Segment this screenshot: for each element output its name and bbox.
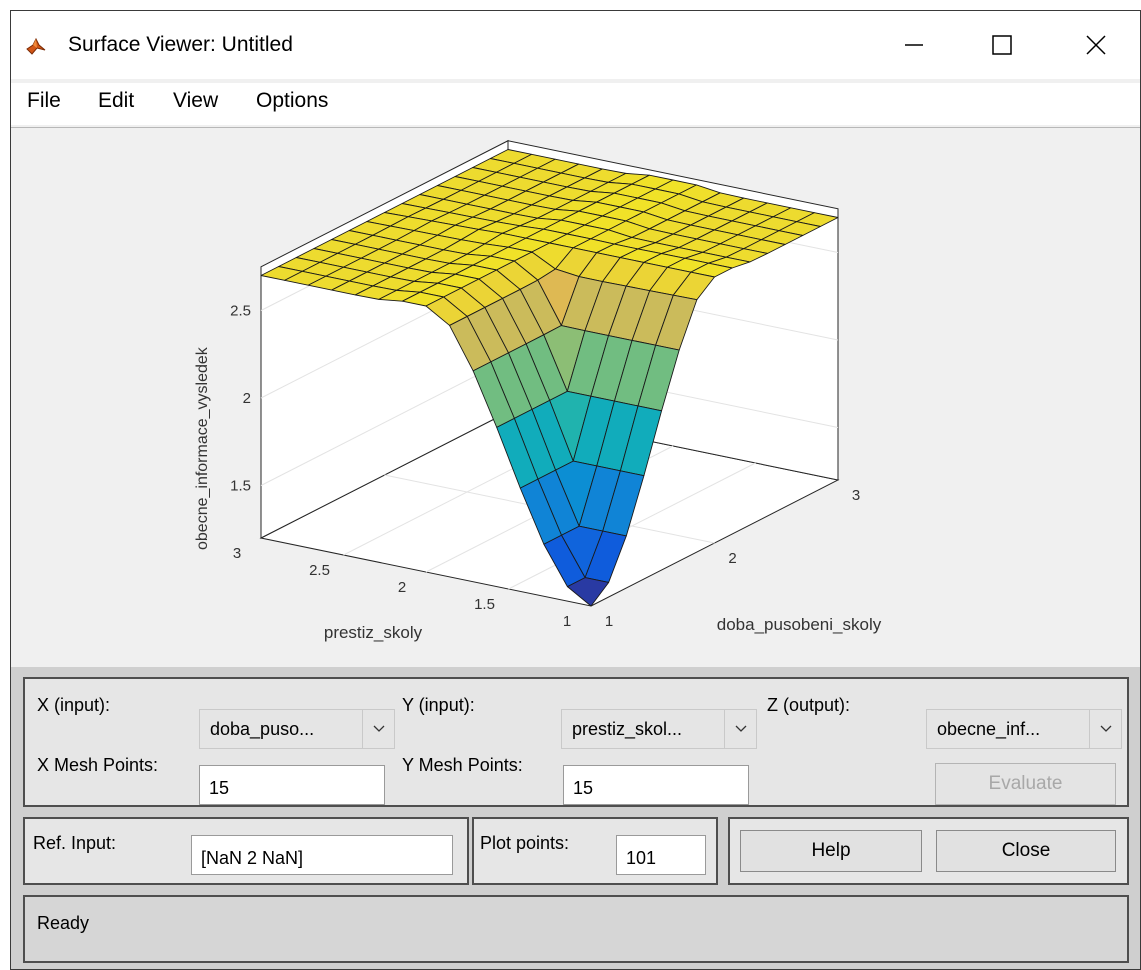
status-text: Ready: [37, 913, 90, 933]
x-mesh-label: X Mesh Points:: [37, 755, 159, 775]
y-input-label: Y (input):: [402, 695, 475, 715]
menu-options[interactable]: Options: [256, 89, 328, 113]
y-input-arrow: [724, 710, 756, 748]
y-input-dropdown[interactable]: prestiz_skol...: [561, 709, 757, 749]
status-panel: Ready: [23, 895, 1129, 963]
menu-edit[interactable]: Edit: [98, 89, 134, 113]
y-mesh-input[interactable]: [564, 766, 748, 804]
chevron-down-icon: [373, 725, 385, 732]
x-input-value: doba_puso...: [210, 719, 315, 739]
x-tick-label: 3: [852, 487, 860, 504]
chevron-down-icon: [735, 725, 747, 732]
menu-bar: File Edit View Options: [11, 83, 1140, 125]
z-output-value: obecne_inf...: [937, 719, 1041, 739]
control-area: X (input): doba_puso... Y (input): prest…: [11, 667, 1140, 969]
maximize-icon: [992, 35, 1012, 55]
x-mesh-field[interactable]: [199, 765, 385, 805]
ylabel: prestiz_skoly: [324, 623, 423, 642]
z-output-dropdown[interactable]: obecne_inf...: [926, 709, 1122, 749]
surface-plot[interactable]: 1 2 3 1 1.5 2 2.5 3 1.5 2 2.5 obecne_informace_vys…: [11, 128, 1140, 668]
xlabel: doba_pusobeni_skoly: [717, 615, 882, 634]
plot-points-field[interactable]: [616, 835, 706, 875]
zlabel: obecne_informace_vysledek: [194, 346, 211, 550]
ref-input-panel: Ref. Input:: [23, 817, 469, 885]
minimize-button[interactable]: [889, 25, 939, 65]
y-tick-label: 3: [233, 545, 241, 562]
close-button[interactable]: Close: [936, 830, 1116, 872]
evaluate-button[interactable]: Evaluate: [935, 763, 1116, 805]
z-tick-label: 2: [243, 390, 251, 407]
chevron-down-icon: [1100, 725, 1112, 732]
ref-input-label: Ref. Input:: [33, 833, 117, 853]
x-tick-label: 1: [605, 613, 613, 630]
ref-input-field[interactable]: [191, 835, 453, 875]
x-input-label: X (input):: [37, 695, 111, 715]
buttons-panel: Help Close: [728, 817, 1129, 885]
y-tick-label: 1: [563, 613, 571, 630]
plot-points-panel: Plot points:: [472, 817, 718, 885]
close-window-button[interactable]: [1071, 25, 1121, 65]
z-tick-label: 1.5: [230, 478, 251, 495]
z-output-label: Z (output):: [767, 695, 851, 715]
help-button[interactable]: Help: [740, 830, 922, 872]
y-tick-label: 2: [398, 579, 406, 596]
close-icon: [1086, 35, 1106, 55]
x-mesh-input[interactable]: [200, 766, 384, 804]
x-tick-label: 2: [728, 550, 736, 567]
surface-plot-area[interactable]: 1 2 3 1 1.5 2 2.5 3 1.5 2 2.5 obecne_informace_vys…: [11, 127, 1140, 668]
matlab-membrane-icon: [26, 37, 46, 55]
axes-settings-panel: X (input): doba_puso... Y (input): prest…: [23, 677, 1129, 807]
y-mesh-label: Y Mesh Points:: [402, 755, 523, 775]
window-title: Surface Viewer: Untitled: [68, 33, 293, 56]
x-input-arrow: [362, 710, 394, 748]
z-output-arrow: [1089, 710, 1121, 748]
y-tick-label: 1.5: [474, 596, 495, 613]
plot-points-input[interactable]: [617, 836, 705, 874]
menu-file[interactable]: File: [27, 89, 61, 113]
ref-input[interactable]: [192, 836, 452, 874]
title-bar: Surface Viewer: Untitled: [11, 11, 1140, 79]
y-input-value: prestiz_skol...: [572, 719, 683, 739]
y-tick-label: 2.5: [309, 562, 330, 579]
z-tick-label: 2.5: [230, 303, 251, 320]
surface-viewer-window: Surface Viewer: Untitled File Edit View …: [10, 10, 1141, 970]
y-mesh-field[interactable]: [563, 765, 749, 805]
menu-view[interactable]: View: [173, 89, 218, 113]
x-input-dropdown[interactable]: doba_puso...: [199, 709, 395, 749]
maximize-button[interactable]: [977, 25, 1027, 65]
minimize-icon: [905, 44, 923, 46]
plot-points-label: Plot points:: [480, 833, 570, 853]
